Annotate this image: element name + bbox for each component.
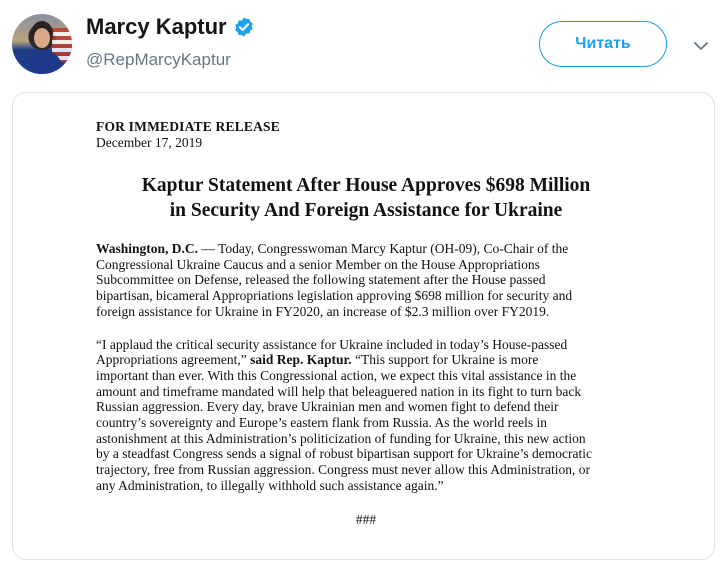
release-date: December 17, 2019 xyxy=(96,135,203,150)
follow-button[interactable]: Читать xyxy=(539,21,667,67)
press-release-document: FOR IMMEDIATE RELEASE December 17, 2019 … xyxy=(96,119,636,528)
paragraph-line: important than ever. With this Congressi… xyxy=(96,367,577,383)
paragraph-text: — Today, Congresswoman Marcy Kaptur (OH-… xyxy=(198,241,569,256)
user-handle[interactable]: @RepMarcyKaptur xyxy=(86,50,231,70)
paragraph-line: bipartisan, bicameral Appropriations leg… xyxy=(96,288,573,304)
chevron-down-icon[interactable] xyxy=(693,38,709,54)
avatar-face xyxy=(34,28,50,48)
dateline: Washington, D.C. xyxy=(96,241,199,256)
paragraph-text: “This support for Ukraine is more xyxy=(351,352,539,368)
release-label: FOR IMMEDIATE RELEASE xyxy=(96,119,280,134)
verified-badge-icon xyxy=(234,17,253,37)
paragraph-text: Appropriations agreement,” xyxy=(96,352,251,368)
paragraph-line: trajectory, free from Russian aggression… xyxy=(96,462,591,478)
press-release-image[interactable]: FOR IMMEDIATE RELEASE December 17, 2019 … xyxy=(12,92,715,560)
paragraph-line: “I applaud the critical security assista… xyxy=(96,336,568,352)
paragraph-line: Subcommittee on Defense, released the fo… xyxy=(96,272,546,288)
paragraph-line: by a steadfast Congress sends a signal o… xyxy=(96,446,593,462)
paragraph-line: any Administration, to illegally withhol… xyxy=(96,477,444,493)
paragraph-1: Washington, D.C. — Today, Congresswoman … xyxy=(96,241,636,320)
name-row: Marcy Kaptur xyxy=(86,14,255,40)
speaker-attribution: said Rep. Kaptur. xyxy=(250,352,352,368)
release-title: Kaptur Statement After House Approves $6… xyxy=(96,173,636,223)
avatar-body xyxy=(22,50,62,74)
paragraph-line: Russian aggression. Every day, brave Ukr… xyxy=(96,399,559,415)
title-line-1: Kaptur Statement After House Approves $6… xyxy=(141,175,591,196)
paragraph-line: astonishment at this Administration’s po… xyxy=(96,430,586,446)
paragraph-line: Appropriations agreement,” said Rep. Kap… xyxy=(96,352,636,368)
paragraph-2: “I applaud the critical security assista… xyxy=(96,337,636,494)
paragraph-line: Congressional Ukraine Caucus and a senio… xyxy=(96,256,540,272)
paragraph-line: foreign assistance for Ukraine in FY2020… xyxy=(96,303,550,319)
avatar[interactable] xyxy=(12,14,72,74)
paragraph-line: country’s sovereignty and Europe’s easte… xyxy=(96,415,548,431)
end-mark: ### xyxy=(355,511,377,527)
tweet-header: Marcy Kaptur @RepMarcyKaptur Читать xyxy=(0,0,726,90)
title-line-2: in Security And Foreign Assistance for U… xyxy=(169,200,563,221)
paragraph-line: amount and timeframe mandated will help … xyxy=(96,383,582,399)
paragraph-line: Washington, D.C. — Today, Congresswoman … xyxy=(96,241,636,257)
display-name[interactable]: Marcy Kaptur xyxy=(86,14,227,40)
